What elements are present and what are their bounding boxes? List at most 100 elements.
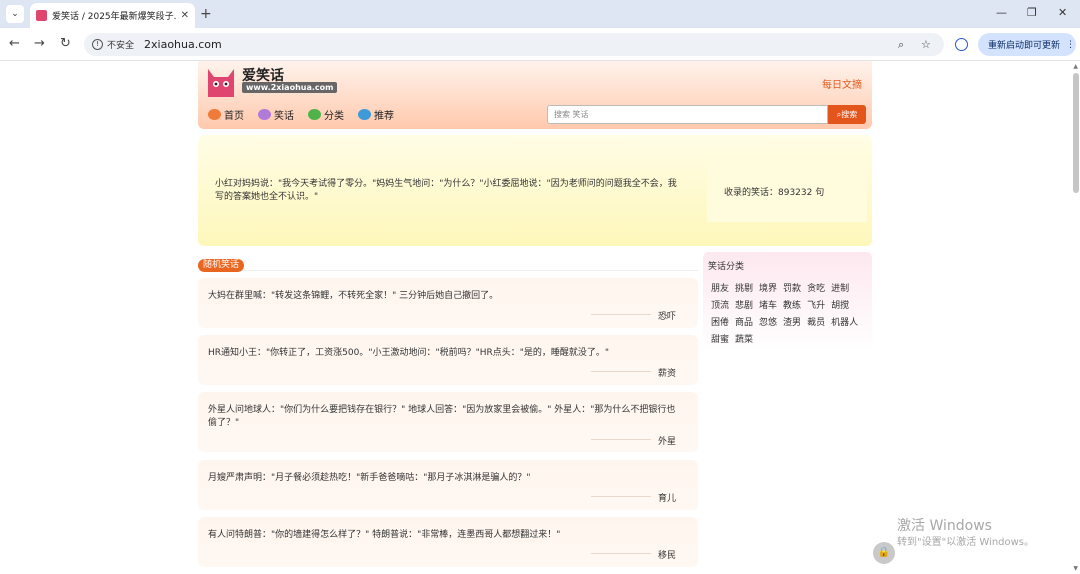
categories-face-icon — [308, 109, 321, 120]
floating-lock-icon[interactable]: 🔒 — [873, 542, 895, 564]
divider — [591, 553, 651, 554]
category-link[interactable]: 机器人 — [831, 317, 858, 334]
joke-card[interactable]: 外星人问地球人："你们为什么要把钱存在银行？" 地球人回答："因为放家里会被偷。… — [198, 392, 698, 452]
category-link[interactable]: 朋友 — [711, 283, 729, 300]
tab-title: 爱笑话 / 2025年最新爆笑段子... — [52, 12, 177, 22]
warning-icon: ! — [92, 39, 103, 50]
search-input[interactable]: 搜索 笑话 — [547, 105, 828, 124]
joke-card[interactable]: HR通知小王："你转正了，工资涨500。"小王激动地问："税前吗？"HR点头："… — [198, 335, 698, 385]
joke-card[interactable]: 月嫂严肃声明："月子餐必须趁热吃！"新手爸爸嘀咕："那月子冰淇淋是骗人的？" 育… — [198, 460, 698, 510]
joke-category-tag[interactable]: 育儿 — [658, 491, 676, 504]
home-face-icon — [208, 109, 221, 120]
divider — [591, 314, 651, 315]
tab-close-icon[interactable]: ✕ — [181, 10, 189, 21]
category-link[interactable]: 罚款 — [783, 283, 801, 300]
nav-categories[interactable]: 分类 — [308, 107, 344, 122]
tab-search-chevron-icon[interactable]: ⌄ — [6, 5, 24, 23]
page-viewport: 爱笑话 www.2xiaohua.com 每日文摘 首页 笑话 分类 推荐 搜索… — [0, 61, 1080, 574]
more-menu-icon[interactable]: ⋮ — [1066, 40, 1075, 50]
category-link[interactable]: 渣男 — [783, 317, 801, 334]
divider — [591, 371, 651, 372]
nav-jokes[interactable]: 笑话 — [258, 107, 294, 122]
joke-text: 外星人问地球人："你们为什么要把钱存在银行？" 地球人回答："因为放家里会被偷。… — [208, 405, 676, 428]
zoom-magnifier-icon[interactable]: ⌕ — [898, 38, 904, 52]
browser-tab-active[interactable]: 爱笑话 / 2025年最新爆笑段子... ✕ — [30, 3, 195, 28]
nav-jokes-label: 笑话 — [274, 111, 294, 122]
back-arrow-icon[interactable]: ← — [9, 36, 20, 51]
bookmark-star-icon[interactable]: ☆ — [921, 38, 931, 51]
category-panel: 笑话分类 朋友 挑剔 境界 罚款 贪吃 进制 顶流 悲剧 堵车 教练 飞升 胡搅… — [703, 252, 872, 352]
reload-icon[interactable]: ↻ — [60, 36, 71, 51]
category-panel-title: 笑话分类 — [708, 262, 745, 272]
forward-arrow-icon[interactable]: → — [34, 36, 45, 51]
divider — [591, 496, 651, 497]
windows-activation-watermark: 激活 Windows — [897, 518, 992, 534]
browser-toolbar: ← → ↻ ! 不安全 2xiaohua.com ⌕ ☆ 重新启动即可更新 ⋮ — [0, 28, 1080, 61]
joke-card[interactable]: 有人问特朗普："你的墙建得怎么样了？" 特朗普说："非常棒，连墨西哥人都想翻过来… — [198, 517, 698, 567]
featured-joke-panel: 小红对妈妈说："我今天考试得了零分。"妈妈生气地问："为什么？"小红委屈地说："… — [198, 135, 872, 246]
category-link[interactable]: 裁员 — [807, 317, 825, 334]
new-tab-plus-icon[interactable]: + — [200, 6, 212, 22]
site-favicon-icon — [36, 10, 47, 21]
category-list: 朋友 挑剔 境界 罚款 贪吃 进制 顶流 悲剧 堵车 教练 飞升 胡搅 困倦 商… — [711, 283, 871, 351]
category-link[interactable]: 甜蜜 — [711, 334, 729, 351]
category-link[interactable]: 胡搅 — [831, 300, 849, 317]
category-link[interactable]: 困倦 — [711, 317, 729, 334]
scroll-down-arrow-icon[interactable]: ▼ — [1073, 565, 1078, 572]
restart-label: 重新启动即可更新 — [988, 41, 1061, 51]
joke-text: 有人问特朗普："你的墙建得怎么样了？" 特朗普说："非常棒，连墨西哥人都想翻过来… — [208, 530, 561, 540]
joke-category-tag[interactable]: 恐吓 — [658, 309, 676, 322]
profile-icon[interactable] — [955, 38, 968, 51]
main-nav: 首页 笑话 分类 推荐 — [208, 107, 408, 122]
restart-update-button[interactable]: 重新启动即可更新 ⋮ — [978, 33, 1076, 56]
close-window-icon[interactable]: ✕ — [1058, 6, 1067, 19]
security-chip[interactable]: ! 不安全 — [92, 38, 134, 51]
joke-category-tag[interactable]: 薪资 — [658, 366, 676, 379]
joke-category-tag[interactable]: 移民 — [658, 548, 676, 561]
category-link[interactable]: 进制 — [831, 283, 849, 300]
scroll-up-arrow-icon[interactable]: ▲ — [1073, 63, 1078, 70]
divider — [591, 439, 651, 440]
page-scrollbar-thumb[interactable] — [1073, 73, 1079, 193]
nav-home-label: 首页 — [224, 111, 244, 122]
joke-text: HR通知小王："你转正了，工资涨500。"小王激动地问："税前吗？"HR点头："… — [208, 348, 610, 358]
category-link[interactable]: 境界 — [759, 283, 777, 300]
category-link[interactable]: 顶流 — [711, 300, 729, 317]
featured-joke-text: 小红对妈妈说："我今天考试得了零分。"妈妈生气地问："为什么？"小红委屈地说："… — [215, 179, 677, 202]
daily-digest-link[interactable]: 每日文摘 — [822, 76, 862, 91]
windows-activation-hint: 转到"设置"以激活 Windows。 — [897, 537, 1035, 548]
stats-text: 收录的笑话：893232 句 — [724, 188, 825, 198]
restore-window-icon[interactable]: ❐ — [1027, 6, 1037, 19]
site-header: 爱笑话 www.2xiaohua.com 每日文摘 首页 笑话 分类 推荐 搜索… — [198, 61, 872, 129]
category-link[interactable]: 忽悠 — [759, 317, 777, 334]
category-link[interactable]: 蔬菜 — [735, 334, 753, 351]
site-logo-domain: www.2xiaohua.com — [242, 82, 338, 93]
nav-categories-label: 分类 — [324, 111, 344, 122]
joke-category-tag[interactable]: 外星 — [658, 434, 676, 447]
joke-card[interactable]: 大妈在群里喊："转发这条锦鲤，不转死全家！" 三分钟后她自己撤回了。 恐吓 — [198, 278, 698, 328]
url-text[interactable]: 2xiaohua.com — [144, 38, 222, 51]
search-button-label: 搜索 — [841, 110, 858, 119]
security-label: 不安全 — [107, 41, 135, 51]
minimize-icon[interactable]: — — [996, 6, 1007, 19]
recommend-face-icon — [358, 109, 371, 120]
nav-home[interactable]: 首页 — [208, 107, 244, 122]
category-link[interactable]: 教练 — [783, 300, 801, 317]
joke-text: 大妈在群里喊："转发这条锦鲤，不转死全家！" 三分钟后她自己撤回了。 — [208, 291, 499, 301]
browser-tab-bar: ⌄ 爱笑话 / 2025年最新爆笑段子... ✕ + — ❐ ✕ — [0, 0, 1080, 28]
category-link[interactable]: 悲剧 — [735, 300, 753, 317]
random-jokes-badge: 随机笑话 — [198, 259, 245, 272]
address-bar[interactable]: ! 不安全 2xiaohua.com ⌕ ☆ — [84, 33, 944, 56]
nav-recommend-label: 推荐 — [374, 111, 394, 122]
category-link[interactable]: 商品 — [735, 317, 753, 334]
category-link[interactable]: 堵车 — [759, 300, 777, 317]
cat-logo-icon[interactable] — [204, 65, 238, 99]
category-link[interactable]: 飞升 — [807, 300, 825, 317]
search-button[interactable]: ⌕搜索 — [828, 105, 866, 124]
category-link[interactable]: 贪吃 — [807, 283, 825, 300]
jokes-face-icon — [258, 109, 271, 120]
random-jokes-header: 随机笑话 — [198, 259, 698, 272]
category-link[interactable]: 挑剔 — [735, 283, 753, 300]
stats-box: 收录的笑话：893232 句 — [707, 157, 867, 222]
nav-recommend[interactable]: 推荐 — [358, 107, 394, 122]
